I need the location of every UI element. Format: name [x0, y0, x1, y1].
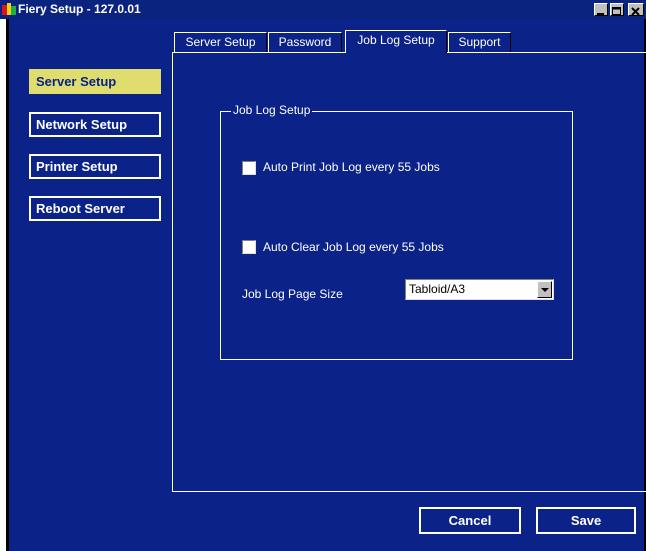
chevron-down-icon — [541, 288, 549, 292]
auto-clear-label[interactable]: Auto Clear Job Log every 55 Jobs — [263, 240, 444, 254]
auto-print-label[interactable]: Auto Print Job Log every 55 Jobs — [263, 160, 440, 174]
minimize-button[interactable] — [594, 3, 608, 16]
job-log-group-box — [220, 111, 573, 360]
page-size-value: Tabloid/A3 — [409, 282, 466, 296]
title-bar[interactable]: Fiery Setup - 127.0.01 — [0, 0, 646, 19]
minimize-icon — [597, 13, 604, 15]
window-title: Fiery Setup - 127.0.01 — [18, 2, 141, 16]
main-window: Fiery Setup - 127.0.01 Server Setup Netw… — [0, 0, 646, 551]
page-size-label: Job Log Page Size — [242, 287, 343, 301]
nav-network-setup-button[interactable]: Network Setup — [29, 112, 161, 137]
tab-support[interactable]: Support — [448, 32, 511, 52]
nav-printer-setup-button[interactable]: Printer Setup — [29, 154, 161, 179]
tab-server-setup[interactable]: Server Setup — [174, 32, 267, 52]
tab-job-log-setup[interactable]: Job Log Setup — [345, 30, 447, 53]
auto-clear-checkbox[interactable] — [242, 240, 256, 254]
nav-server-setup-button[interactable]: Server Setup — [29, 69, 161, 94]
cancel-button[interactable]: Cancel — [419, 507, 521, 534]
close-button[interactable] — [628, 3, 644, 16]
page-size-select[interactable]: Tabloid/A3 — [405, 279, 554, 300]
maximize-button[interactable] — [610, 3, 624, 16]
window-left-edge — [9, 19, 11, 551]
nav-reboot-server-button[interactable]: Reboot Server — [29, 196, 161, 221]
maximize-icon — [612, 7, 621, 15]
close-icon — [631, 7, 640, 16]
tab-password[interactable]: Password — [268, 32, 342, 52]
save-button[interactable]: Save — [536, 507, 636, 534]
auto-print-checkbox[interactable] — [242, 161, 256, 175]
fiery-app-icon — [2, 2, 16, 16]
job-log-group-title: Job Log Setup — [231, 103, 313, 117]
page-size-dropdown-button[interactable] — [537, 281, 552, 298]
